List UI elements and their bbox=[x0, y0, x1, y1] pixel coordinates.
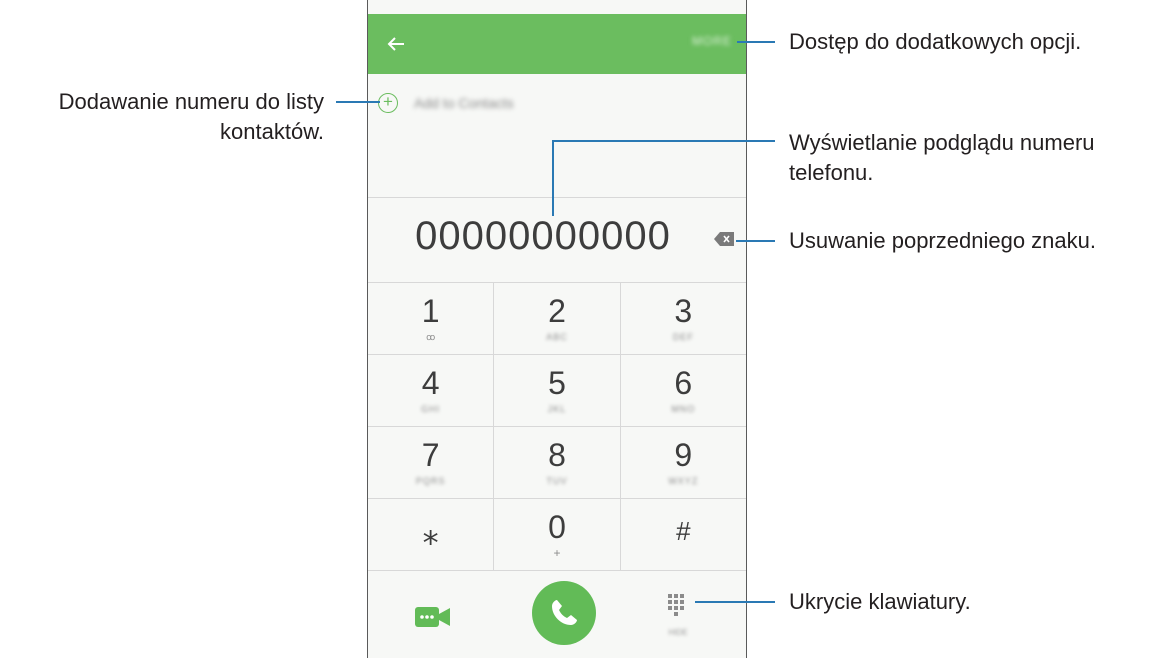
key-hash[interactable]: # bbox=[621, 499, 746, 570]
callout-hide-keypad: Ukrycie klawiatury. bbox=[789, 589, 971, 614]
key-9[interactable]: 9 WXYZ bbox=[621, 427, 746, 498]
phone-screen: MORE + Add to Contacts 00000000000 1 ꝏ 2… bbox=[367, 0, 747, 658]
key-digit: 4 bbox=[421, 365, 440, 401]
hide-keypad-icon[interactable] bbox=[668, 594, 688, 616]
callout-number-preview: Wyświetlanie podglądu numeru telefonu. bbox=[789, 128, 1095, 188]
key-letters: MNO bbox=[671, 404, 696, 414]
callout-leader-hide bbox=[695, 601, 775, 603]
key-6[interactable]: 6 MNO bbox=[621, 355, 746, 426]
keypad-row: 4 GHI 5 JKL 6 MNO bbox=[368, 355, 746, 427]
keypad-row: ⁎ 0 + # bbox=[368, 499, 746, 571]
callout-add-line2: kontaktów. bbox=[220, 119, 324, 144]
key-digit: 1 bbox=[421, 293, 440, 329]
key-plus: + bbox=[553, 546, 561, 560]
callout-preview-line1: Wyświetlanie podglądu numeru bbox=[789, 130, 1095, 155]
dial-keypad: 1 ꝏ 2 ABC 3 DEF 4 GHI 5 JKL 6 MNO 7 PQRS… bbox=[368, 283, 746, 571]
add-to-contacts-label: Add to Contacts bbox=[414, 95, 514, 111]
add-to-contacts-button[interactable]: + Add to Contacts bbox=[378, 90, 514, 116]
key-letters: PQRS bbox=[415, 476, 446, 486]
phone-handset-icon bbox=[552, 600, 577, 625]
phone-number-display: 00000000000 bbox=[415, 214, 671, 258]
key-letters: JKL bbox=[547, 404, 567, 414]
video-call-icon[interactable] bbox=[415, 606, 451, 628]
hide-keypad-label: HIDE bbox=[668, 628, 688, 637]
plus-circle-icon: + bbox=[378, 93, 398, 113]
back-arrow-icon[interactable] bbox=[382, 30, 410, 58]
callout-delete-char: Usuwanie poprzedniego znaku. bbox=[789, 228, 1096, 253]
key-digit: 9 bbox=[674, 437, 693, 473]
key-3[interactable]: 3 DEF bbox=[621, 283, 746, 354]
key-digit: 3 bbox=[674, 293, 693, 329]
backspace-icon[interactable] bbox=[714, 232, 734, 246]
app-bar: MORE bbox=[368, 14, 746, 74]
key-letters: DEF bbox=[672, 332, 694, 342]
key-digit: 2 bbox=[548, 293, 566, 329]
callout-leader-preview bbox=[552, 140, 775, 142]
key-letters: ABC bbox=[546, 332, 568, 342]
callout-preview-line2: telefonu. bbox=[789, 160, 874, 185]
key-letters: TUV bbox=[546, 476, 568, 486]
divider bbox=[368, 197, 746, 198]
key-4[interactable]: 4 GHI bbox=[368, 355, 495, 426]
key-digit: ⁎ bbox=[422, 515, 439, 551]
key-star[interactable]: ⁎ bbox=[368, 499, 495, 570]
key-digit: 8 bbox=[548, 437, 566, 473]
key-digit: # bbox=[676, 516, 691, 546]
call-button[interactable] bbox=[532, 581, 596, 645]
callout-add-line1: Dodawanie numeru do listy bbox=[58, 89, 324, 114]
key-digit: 7 bbox=[421, 437, 440, 473]
key-5[interactable]: 5 JKL bbox=[494, 355, 621, 426]
key-letters: WXYZ bbox=[668, 476, 699, 486]
keypad-row: 1 ꝏ 2 ABC 3 DEF bbox=[368, 283, 746, 355]
key-1[interactable]: 1 ꝏ bbox=[368, 283, 495, 354]
callout-more-options: Dostęp do dodatkowych opcji. bbox=[789, 29, 1082, 54]
callout-leader-preview-vertical bbox=[552, 140, 554, 216]
callout-add-contact: Dodawanie numeru do listy kontaktów. bbox=[0, 87, 324, 147]
callout-leader-add bbox=[336, 101, 380, 103]
more-button[interactable]: MORE bbox=[692, 34, 732, 48]
callout-leader-delete bbox=[736, 240, 775, 242]
key-digit: 6 bbox=[674, 365, 693, 401]
callout-leader-more bbox=[737, 41, 775, 43]
voicemail-icon: ꝏ bbox=[426, 332, 436, 342]
key-8[interactable]: 8 TUV bbox=[494, 427, 621, 498]
key-digit: 5 bbox=[548, 365, 566, 401]
key-letters: GHI bbox=[421, 404, 441, 414]
key-digit: 0 bbox=[548, 509, 566, 545]
key-0[interactable]: 0 + bbox=[494, 499, 621, 570]
key-2[interactable]: 2 ABC bbox=[494, 283, 621, 354]
call-action-bar: HIDE bbox=[368, 570, 746, 658]
key-7[interactable]: 7 PQRS bbox=[368, 427, 495, 498]
keypad-row: 7 PQRS 8 TUV 9 WXYZ bbox=[368, 427, 746, 499]
